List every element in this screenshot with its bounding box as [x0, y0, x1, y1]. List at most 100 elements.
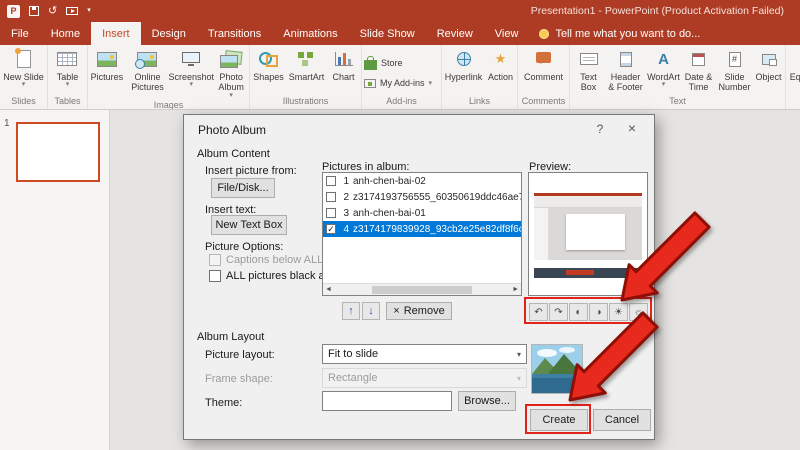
wordart-button[interactable]: A WordArt ▾ [646, 47, 682, 89]
slide-number-button[interactable]: # Slide Number [716, 47, 754, 94]
create-button[interactable]: Create [530, 409, 588, 431]
scroll-left-icon[interactable]: ◄ [325, 286, 332, 293]
start-slideshow-icon[interactable] [66, 7, 79, 15]
slide-number-icon: # [728, 51, 741, 67]
contrast-up-icon[interactable]: ◐ [569, 303, 588, 321]
header-footer-button[interactable]: Header & Footer [606, 47, 646, 94]
online-pictures-button[interactable]: Online Pictures [126, 47, 170, 94]
dialog-close-icon[interactable]: × [624, 120, 640, 136]
slide-1-thumbnail[interactable] [16, 122, 100, 182]
checkbox-icon[interactable] [326, 176, 336, 186]
list-item[interactable]: 2 z3174193756555_60350619ddc46ae77dd6b0 [323, 189, 521, 205]
smartart-label: SmartArt [288, 72, 325, 82]
date-time-button[interactable]: Date & Time [682, 47, 716, 94]
tab-slide-show[interactable]: Slide Show [349, 22, 426, 45]
pictures-label: Pictures [90, 72, 124, 82]
photo-album-button[interactable]: Photo Album ▾ [213, 47, 249, 100]
theme-input[interactable] [322, 391, 452, 411]
brightness-up-icon[interactable]: ☀ [609, 303, 628, 321]
list-item[interactable]: 3 anh-chen-bai-01 [323, 205, 521, 221]
pictures-button[interactable]: Pictures [88, 47, 126, 83]
tab-transitions[interactable]: Transitions [197, 22, 272, 45]
shapes-icon [258, 51, 279, 67]
checkbox-icon[interactable] [326, 208, 336, 218]
tab-home[interactable]: Home [40, 22, 91, 45]
equation-button[interactable]: π Equation▾ [788, 47, 800, 89]
tab-review[interactable]: Review [426, 22, 484, 45]
picture-name: anh-chen-bai-01 [353, 207, 426, 219]
tell-me-box[interactable]: Tell me what you want to do... [529, 22, 710, 45]
picture-options-label: Picture Options: [205, 241, 284, 253]
file-disk-button[interactable]: File/Disk... [211, 178, 275, 198]
table-button[interactable]: Table ▾ [55, 47, 81, 89]
rotate-right-icon[interactable]: ↷ [549, 303, 568, 321]
dropdown-icon: ▾ [428, 80, 433, 87]
chart-button[interactable]: Chart [327, 47, 361, 83]
smartart-button[interactable]: SmartArt [287, 47, 327, 83]
pictures-in-album-list[interactable]: 1 anh-chen-bai-02 2 z3174193756555_60350… [322, 172, 522, 296]
tab-file[interactable]: File [0, 22, 40, 45]
list-item[interactable]: 1 anh-chen-bai-02 [323, 173, 521, 189]
new-slide-button[interactable]: New Slide ▾ [1, 47, 46, 89]
new-slide-icon [14, 48, 31, 68]
browse-button[interactable]: Browse... [458, 391, 516, 411]
dialog-help-icon[interactable]: ? [592, 122, 608, 136]
album-preview [528, 172, 648, 296]
picture-number: 4 [343, 223, 349, 235]
frame-shape-dropdown: Rectangle ▾ [322, 368, 527, 388]
scroll-right-icon[interactable]: ► [512, 286, 519, 293]
contrast-down-icon[interactable]: ◑ [589, 303, 608, 321]
theme-label: Theme: [205, 397, 243, 409]
move-down-button[interactable]: ↓ [362, 302, 380, 320]
checkbox-icon[interactable] [326, 192, 336, 202]
horizontal-scrollbar[interactable]: ◄ ► [323, 283, 521, 295]
shapes-button[interactable]: Shapes [251, 47, 287, 83]
ribbon-group-images: Pictures Online Pictures Screenshot ▾ Pho… [88, 45, 250, 109]
scrollbar-thumb[interactable] [372, 285, 472, 294]
text-box-button[interactable]: Text Box [572, 47, 606, 94]
picture-name: z3174179839928_93cb2e25e82df8f6ce06113 [353, 223, 521, 235]
rotate-left-icon[interactable]: ↶ [529, 303, 548, 321]
text-box-icon [579, 53, 598, 65]
photo-album-icon [220, 51, 242, 68]
screenshot-button[interactable]: Screenshot ▾ [169, 47, 214, 89]
ribbon-group-symbols: π Equation▾ [786, 45, 800, 109]
comment-button[interactable]: Comment [522, 47, 565, 83]
hyperlink-button[interactable]: Hyperlink [443, 47, 485, 83]
cancel-button[interactable]: Cancel [593, 409, 651, 431]
tab-view[interactable]: View [484, 22, 530, 45]
hyperlink-icon [456, 52, 471, 66]
picture-number: 3 [343, 207, 349, 219]
preview-thumbnail-column [534, 208, 550, 260]
tab-insert[interactable]: Insert [91, 22, 141, 45]
object-button[interactable]: Object [754, 47, 784, 83]
undo-icon[interactable]: ↺ [48, 1, 57, 21]
my-addins-button[interactable]: My Add-ins ▾ [364, 75, 432, 91]
photo-album-dialog: Photo Album ? × Album Content Insert pic… [183, 114, 655, 440]
slide-thumbnail-panel: 1 [0, 110, 110, 450]
ribbon-tab-row: File Home Insert Design Transitions Anim… [0, 22, 800, 45]
tab-animations[interactable]: Animations [272, 22, 348, 45]
group-label-illustrations: Illustrations [282, 96, 329, 106]
group-label-images: Images [153, 99, 184, 110]
ribbon-group-addins: Store My Add-ins ▾ Add-ins [362, 45, 442, 109]
checkbox-icon[interactable] [209, 270, 221, 282]
online-pictures-icon [135, 51, 158, 69]
tab-design[interactable]: Design [141, 22, 197, 45]
checkbox-checked-icon[interactable]: ✓ [326, 224, 336, 234]
remove-button[interactable]: × Remove [386, 302, 452, 320]
brightness-down-icon[interactable]: ☼ [629, 303, 648, 321]
my-addins-icon [364, 78, 376, 88]
new-text-box-button[interactable]: New Text Box [211, 215, 287, 235]
chevron-down-icon: ▾ [516, 373, 521, 383]
list-item-selected[interactable]: ✓ 4 z3174179839928_93cb2e25e82df8f6ce061… [323, 221, 521, 237]
customize-qat-icon[interactable]: ▾ [87, 1, 91, 21]
picture-layout-dropdown[interactable]: Fit to slide ▾ [322, 344, 527, 364]
my-addins-label: My Add-ins [380, 78, 425, 88]
save-icon[interactable] [29, 6, 39, 16]
wordart-icon: A [658, 50, 669, 68]
store-button[interactable]: Store [364, 55, 403, 71]
action-button[interactable]: ★ Action [485, 47, 517, 83]
picture-tools: ↶ ↷ ◐ ◑ ☀ ☼ [529, 303, 648, 321]
move-up-button[interactable]: ↑ [342, 302, 360, 320]
